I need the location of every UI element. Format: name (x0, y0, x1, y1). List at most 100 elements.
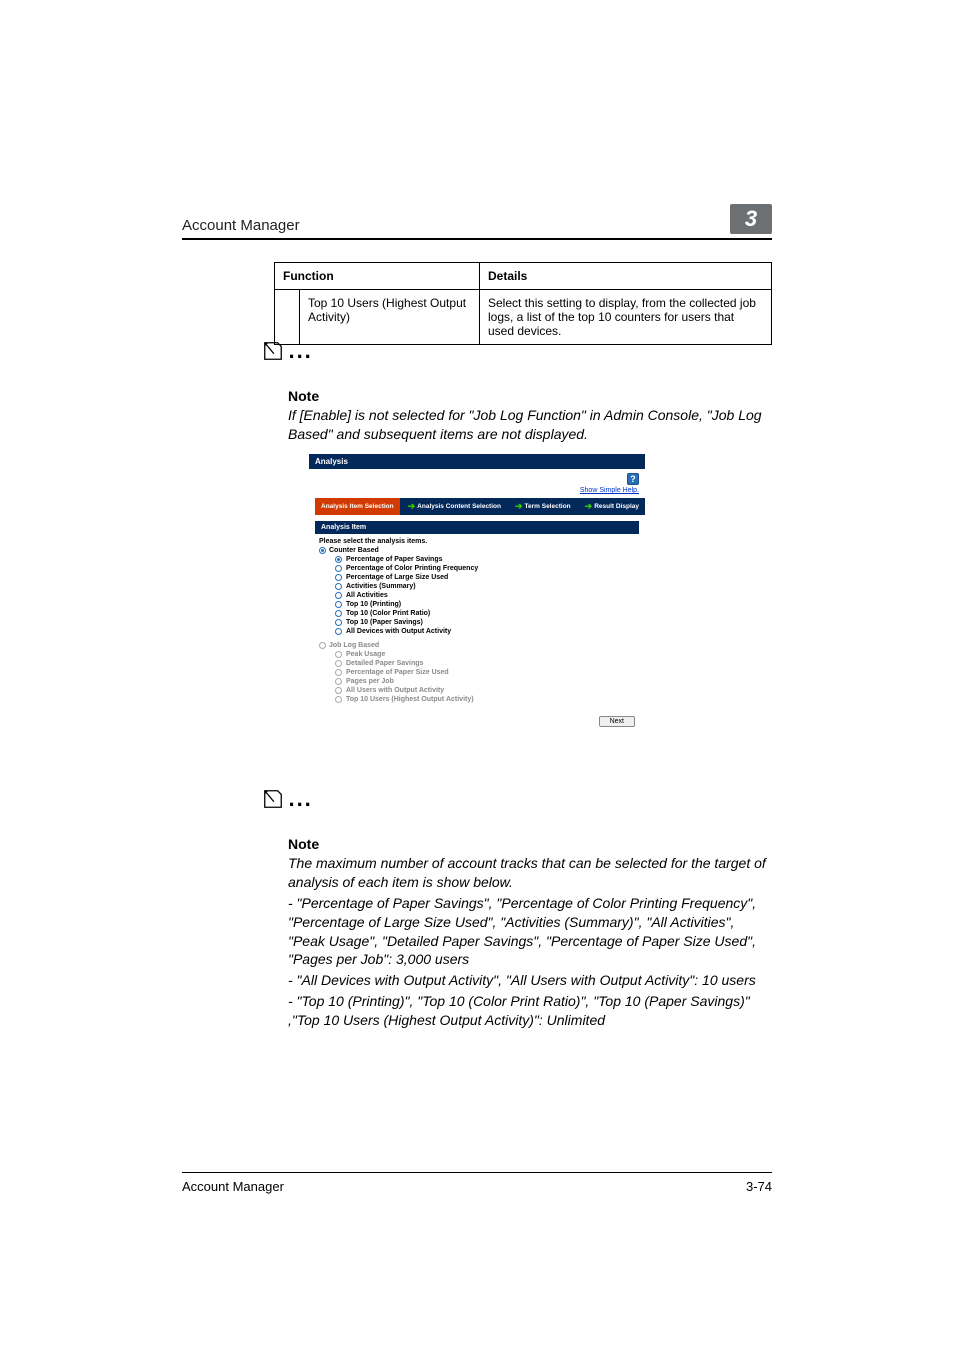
radio-icon (335, 556, 342, 563)
radio-option[interactable]: Top 10 (Paper Savings) (335, 618, 635, 627)
prompt-text: Please select the analysis items. (319, 538, 635, 545)
radio-option[interactable]: Top 10 (Printing) (335, 600, 635, 609)
note-body: If [Enable] is not selected for "Job Log… (288, 406, 772, 444)
radio-option: Top 10 Users (Highest Output Activity) (335, 695, 635, 704)
radio-icon (335, 651, 342, 658)
radio-option[interactable]: Top 10 (Color Print Ratio) (335, 609, 635, 618)
page-header: Account Manager 3 (182, 204, 772, 240)
crumb-label: Result Display (594, 503, 639, 510)
wizard-breadcrumb: Analysis Item Selection ➔Analysis Conten… (315, 498, 639, 515)
joblog-options: Peak Usage Detailed Paper Savings Percenta… (319, 650, 635, 704)
radio-label: Peak Usage (346, 651, 385, 658)
footer-right: 3-74 (746, 1179, 772, 1194)
radio-icon (335, 574, 342, 581)
footer-row: Account Manager 3-74 (182, 1179, 772, 1194)
arrow-icon: ➔ (513, 501, 525, 512)
radio-icon (335, 565, 342, 572)
radio-option[interactable]: Percentage of Large Size Used (335, 573, 635, 582)
radio-label: Detailed Paper Savings (346, 660, 423, 667)
note-label: Note (288, 388, 772, 404)
arrow-icon: ➔ (583, 501, 595, 512)
radio-icon (335, 696, 342, 703)
radio-icon (319, 547, 326, 554)
radio-icon (335, 678, 342, 685)
note-icon (262, 797, 288, 814)
note-block-2: ... Note The maximum number of account t… (262, 788, 772, 1030)
radio-label: Percentage of Paper Size Used (346, 669, 449, 676)
radio-option: Pages per Job (335, 677, 635, 686)
note-label: Note (288, 836, 772, 852)
note-body-line3: - "All Devices with Output Activity", "A… (288, 971, 772, 990)
radio-icon (335, 592, 342, 599)
crumb-label: Analysis Content Selection (417, 503, 501, 510)
arrow-icon: ➔ (406, 501, 418, 512)
footer-left: Account Manager (182, 1179, 284, 1194)
crumb-result-display[interactable]: ➔Result Display (577, 498, 645, 515)
radio-label: All Users with Output Activity (346, 687, 444, 694)
group-label: Job Log Based (329, 642, 379, 649)
crumb-analysis-item[interactable]: Analysis Item Selection (315, 498, 400, 515)
note-dots: ... (288, 338, 312, 363)
radio-icon (335, 610, 342, 617)
counter-options: Percentage of Paper Savings Percentage of… (319, 555, 635, 636)
radio-icon (335, 669, 342, 676)
radio-label: Pages per Job (346, 678, 394, 685)
th-details: Details (480, 263, 772, 290)
chapter-badge: 3 (730, 204, 772, 234)
crumb-analysis-content[interactable]: ➔Analysis Content Selection (400, 498, 507, 515)
radio-icon (319, 642, 326, 649)
crumb-label: Term Selection (525, 503, 571, 510)
table-cell-blank (275, 290, 300, 345)
group-joblog-based[interactable]: Job Log Based (319, 642, 635, 649)
radio-icon (335, 628, 342, 635)
radio-icon (335, 660, 342, 667)
radio-label: Top 10 (Printing) (346, 601, 401, 608)
panel-title: Analysis (309, 454, 645, 469)
radio-label: Top 10 (Paper Savings) (346, 619, 423, 626)
help-icon[interactable]: ? (627, 473, 639, 485)
footer-rule (182, 1172, 772, 1173)
note-icon (262, 349, 288, 366)
radio-option[interactable]: Percentage of Color Printing Frequency (335, 564, 635, 573)
radio-label: Percentage of Paper Savings (346, 556, 442, 563)
analysis-panel: Analysis ? Show Simple Help. Analysis It… (309, 454, 645, 750)
page: Account Manager 3 Function Details Top 1… (0, 0, 954, 1350)
function-table: Function Details Top 10 Users (Highest O… (274, 262, 772, 345)
radio-option[interactable]: Activities (Summary) (335, 582, 635, 591)
panel-body: Please select the analysis items. Counte… (309, 534, 645, 710)
header-line: Account Manager 3 (182, 204, 772, 234)
header-rule (182, 238, 772, 240)
note-body-line2: - "Percentage of Paper Savings", "Percen… (288, 894, 772, 970)
radio-icon (335, 583, 342, 590)
radio-label: All Devices with Output Activity (346, 628, 451, 635)
next-button[interactable]: Next (599, 716, 635, 727)
page-footer: Account Manager 3-74 (182, 1172, 772, 1194)
panel-top-row: ? (309, 469, 645, 485)
table-cell-details: Select this setting to display, from the… (480, 290, 772, 345)
crumb-term-selection[interactable]: ➔Term Selection (507, 498, 577, 515)
radio-label: Percentage of Color Printing Frequency (346, 565, 478, 572)
radio-icon (335, 601, 342, 608)
group-counter-based[interactable]: Counter Based (319, 547, 635, 554)
th-function: Function (275, 263, 480, 290)
radio-option: Detailed Paper Savings (335, 659, 635, 668)
radio-label: Top 10 Users (Highest Output Activity) (346, 696, 474, 703)
radio-option[interactable]: All Activities (335, 591, 635, 600)
table-cell-function: Top 10 Users (Highest Output Activity) (300, 290, 480, 345)
note-dots: ... (288, 786, 312, 811)
table-header-row: Function Details (275, 263, 772, 290)
radio-label: Percentage of Large Size Used (346, 574, 448, 581)
radio-option[interactable]: Percentage of Paper Savings (335, 555, 635, 564)
radio-option: All Users with Output Activity (335, 686, 635, 695)
radio-label: All Activities (346, 592, 388, 599)
radio-option[interactable]: All Devices with Output Activity (335, 627, 635, 636)
group-label: Counter Based (329, 547, 379, 554)
radio-icon (335, 619, 342, 626)
show-simple-help-link[interactable]: Show Simple Help. (309, 485, 645, 498)
note-body-line1: The maximum number of account tracks tha… (288, 854, 772, 892)
radio-label: Activities (Summary) (346, 583, 416, 590)
note-body-line4: - "Top 10 (Printing)", "Top 10 (Color Pr… (288, 992, 772, 1030)
section-header: Analysis Item (315, 521, 639, 534)
table-row: Top 10 Users (Highest Output Activity) S… (275, 290, 772, 345)
radio-label: Top 10 (Color Print Ratio) (346, 610, 430, 617)
